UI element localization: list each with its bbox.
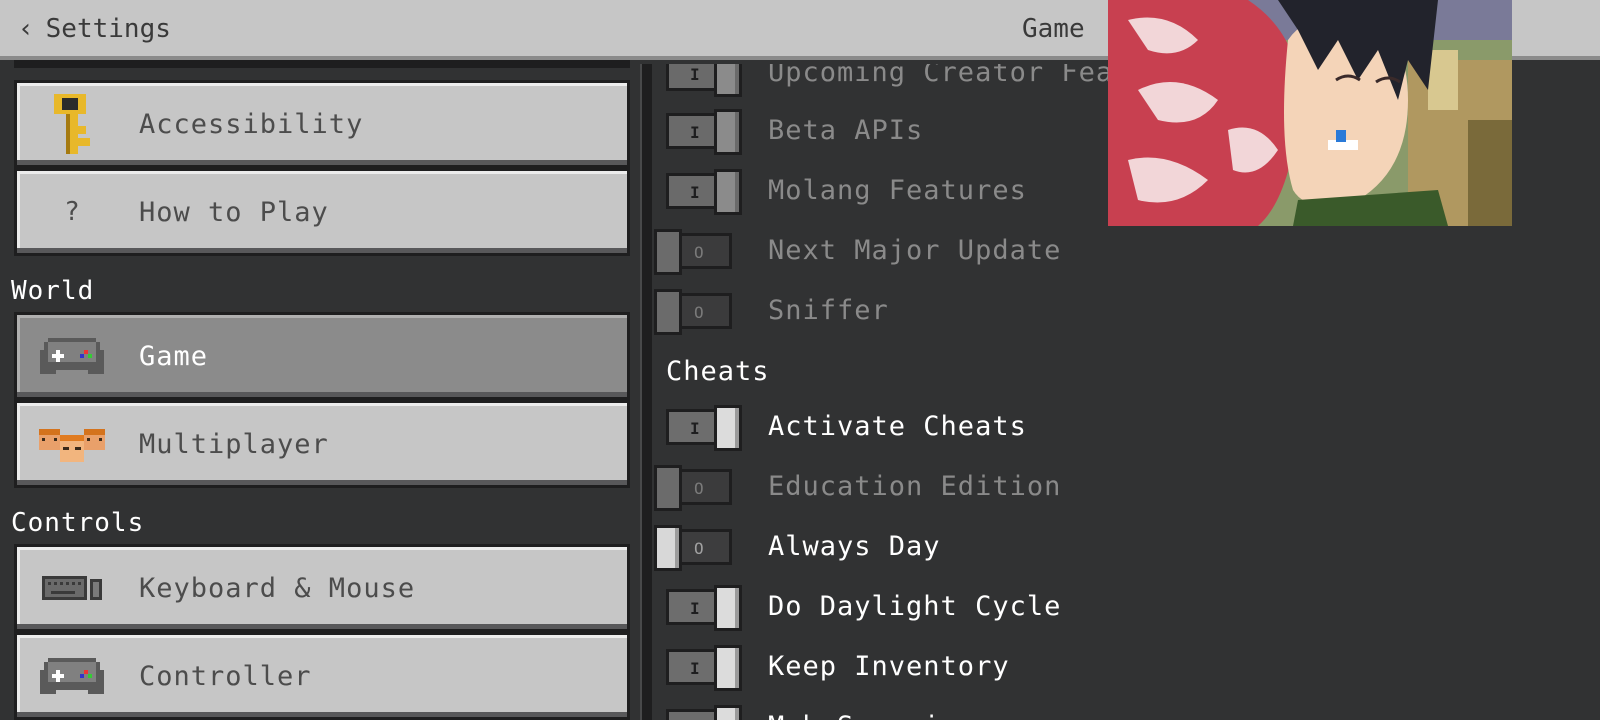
toggle-label: Molang Features (768, 174, 1027, 206)
toggle-knob[interactable] (654, 465, 682, 511)
back-label: Settings (45, 14, 171, 44)
toggle-activate-cheats[interactable]: I (652, 405, 742, 451)
toggle-upcoming-creator-features[interactable]: I (652, 64, 742, 97)
sidebar-item-label: Game (139, 340, 209, 372)
toggle-label: Do Daylight Cycle (768, 590, 1062, 622)
sidebar-item-accessibility[interactable]: Accessibility (14, 80, 630, 168)
back-button[interactable]: ‹ Settings (18, 12, 171, 46)
toggle-label: Keep Inventory (768, 650, 1010, 682)
toggle-state-mark: I (690, 183, 700, 202)
toggle-label: Mob Spawning (768, 711, 975, 720)
toggle-molang-features[interactable]: I (652, 169, 742, 215)
toggle-knob[interactable] (714, 109, 742, 155)
toggle-label: Beta APIs (768, 114, 924, 146)
toggle-state-mark: I (690, 599, 700, 618)
sidebar-scroll-edge (14, 60, 630, 68)
toggle-knob[interactable] (714, 585, 742, 631)
page-title: Game (1022, 14, 1085, 44)
toggle-sniffer[interactable]: O (652, 289, 732, 335)
toggle-row-activate-cheats: I Activate Cheats (652, 398, 1600, 454)
video-overlay[interactable] (1108, 0, 1512, 226)
toggle-row-do-daylight-cycle: I Do Daylight Cycle (652, 578, 1600, 634)
key-icon (37, 94, 107, 154)
toggle-row-sniffer: O Sniffer (652, 282, 1600, 338)
toggle-state-mark: O (694, 479, 704, 498)
toggle-state-mark: I (690, 123, 700, 142)
toggle-label: Always Day (768, 530, 941, 562)
toggle-knob[interactable] (654, 525, 682, 571)
panel-divider (640, 64, 652, 720)
toggle-education-edition[interactable]: O (652, 465, 732, 511)
question-icon: ? (64, 197, 80, 227)
toggle-knob[interactable] (654, 229, 682, 275)
toggle-knob[interactable] (714, 64, 742, 97)
toggle-row-mob-spawning: I Mob Spawning (652, 698, 1600, 720)
toggle-row-keep-inventory: I Keep Inventory (652, 638, 1600, 694)
sidebar-item-how-to-play[interactable]: ? How to Play (14, 168, 630, 256)
toggle-label: Next Major Update (768, 234, 1062, 266)
toggle-beta-apis[interactable]: I (652, 109, 742, 155)
toggle-row-education-edition: O Education Edition (652, 458, 1600, 514)
gamepad-icon (37, 326, 107, 386)
sidebar-item-label: Multiplayer (139, 428, 329, 460)
toggle-state-mark: O (694, 243, 704, 262)
toggle-do-daylight-cycle[interactable]: I (652, 585, 742, 631)
toggle-knob[interactable] (714, 645, 742, 691)
toggle-label: Activate Cheats (768, 410, 1027, 442)
players-icon (37, 414, 107, 474)
keyboard-icon (37, 558, 107, 618)
section-heading-world: World (11, 276, 95, 306)
toggle-state-mark: O (694, 539, 704, 558)
toggle-knob[interactable] (714, 405, 742, 451)
toggle-keep-inventory[interactable]: I (652, 645, 742, 691)
section-heading-controls: Controls (11, 508, 145, 538)
toggle-row-next-major-update: O Next Major Update (652, 222, 1600, 278)
sidebar-item-label: Controller (139, 660, 312, 692)
sidebar-item-label: Keyboard & Mouse (139, 572, 416, 604)
toggle-next-major-update[interactable]: O (652, 229, 732, 275)
chevron-left-icon: ‹ (18, 14, 34, 44)
toggle-always-day[interactable]: O (652, 525, 732, 571)
settings-sidebar: Accessibility ? How to Play World Game M… (0, 60, 640, 720)
gamepad-icon (37, 646, 107, 706)
sidebar-item-controller[interactable]: Controller (14, 632, 630, 720)
toggle-row-always-day: O Always Day (652, 518, 1600, 574)
toggle-mob-spawning[interactable]: I (652, 705, 742, 720)
toggle-knob[interactable] (654, 289, 682, 335)
sidebar-item-label: How to Play (139, 196, 329, 228)
toggle-state-mark: O (694, 303, 704, 322)
toggle-label: Education Edition (768, 470, 1062, 502)
sidebar-item-label: Accessibility (139, 108, 364, 140)
sidebar-item-keyboard-mouse[interactable]: Keyboard & Mouse (14, 544, 630, 632)
section-heading-cheats: Cheats (666, 356, 770, 387)
toggle-knob[interactable] (714, 705, 742, 720)
toggle-label: Sniffer (768, 294, 889, 326)
toggle-knob[interactable] (714, 169, 742, 215)
toggle-state-mark: I (690, 65, 700, 84)
toggle-state-mark: I (690, 659, 700, 678)
sidebar-item-game[interactable]: Game (14, 312, 630, 400)
sidebar-item-multiplayer[interactable]: Multiplayer (14, 400, 630, 488)
toggle-state-mark: I (690, 419, 700, 438)
